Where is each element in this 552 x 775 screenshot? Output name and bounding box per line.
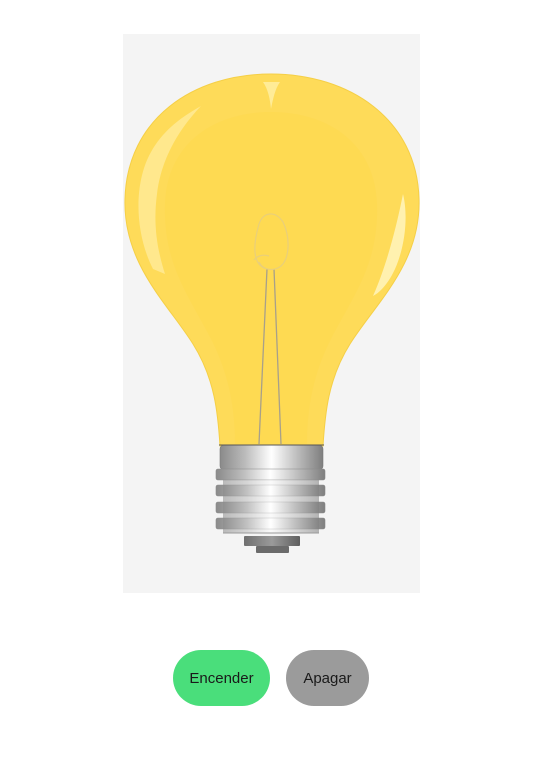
light-bulb-icon — [124, 73, 420, 553]
page: Encender Apagar — [0, 0, 552, 775]
socket-body — [223, 480, 319, 533]
socket-thread — [215, 468, 326, 481]
socket-collar — [219, 444, 324, 471]
turn-off-button[interactable]: Apagar — [286, 650, 369, 706]
controls: Encender Apagar — [0, 650, 552, 706]
socket-base — [244, 536, 300, 546]
socket-contact — [256, 546, 289, 553]
turn-on-button[interactable]: Encender — [173, 650, 270, 706]
bulb-panel — [123, 34, 420, 593]
bulb-glass-inner — [164, 112, 378, 444]
